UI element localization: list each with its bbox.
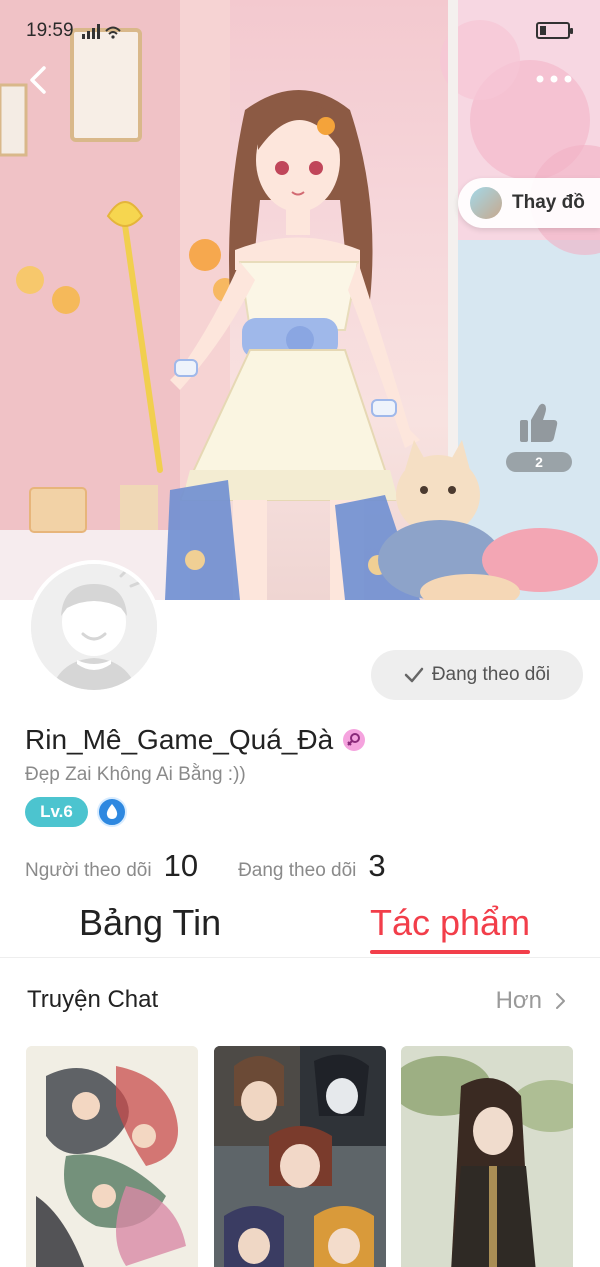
like-count: 2 — [506, 452, 572, 472]
chat-story-card[interactable] — [401, 1046, 573, 1267]
cover-illustration — [0, 0, 600, 600]
active-tab-indicator — [370, 950, 530, 954]
following-label[interactable]: Đang theo dõi — [238, 860, 356, 882]
more-link[interactable]: Hơn — [496, 987, 570, 1015]
followers-count[interactable]: 10 — [164, 848, 198, 884]
story-cover-image — [214, 1046, 386, 1267]
thumbs-up-icon — [520, 403, 558, 442]
chevron-left-icon — [30, 66, 46, 94]
outfit-thumbnail-icon — [470, 187, 502, 219]
status-bar: 19:59 — [0, 0, 600, 60]
username: Rin_Mê_Game_Quá_Đà — [25, 724, 334, 755]
chevron-right-icon — [556, 993, 565, 1009]
back-button[interactable] — [22, 62, 54, 98]
female-gender-icon — [343, 729, 366, 751]
story-cover-image — [401, 1046, 573, 1267]
bio-text: Đẹp Zai Không Ai Bằng :)) — [25, 764, 246, 785]
following-button-label: Đang theo dõi — [431, 664, 551, 685]
following-count[interactable]: 3 — [368, 848, 385, 884]
level-badge[interactable]: Lv.6 — [25, 797, 88, 827]
checkmark-icon — [404, 667, 424, 683]
battery-icon — [536, 22, 573, 39]
more-link-label: Hơn — [495, 987, 542, 1014]
story-cover-image — [26, 1046, 198, 1267]
change-outfit-label: Thay đồ — [512, 192, 585, 213]
status-time: 19:59 — [26, 20, 74, 41]
more-dots-icon — [536, 75, 572, 83]
followers-label[interactable]: Người theo dõi — [25, 860, 152, 882]
tab-works[interactable]: Tác phẩm — [370, 902, 530, 954]
following-button[interactable]: Đang theo dõi — [371, 650, 583, 700]
more-options-button[interactable] — [534, 70, 574, 88]
chat-story-card[interactable] — [26, 1046, 198, 1267]
change-outfit-button[interactable]: Thay đồ — [458, 178, 600, 228]
section-title: Truyện Chat — [27, 986, 159, 1013]
chat-story-card[interactable] — [214, 1046, 386, 1267]
tab-news-feed[interactable]: Bảng Tin — [79, 902, 221, 954]
signal-icon — [82, 24, 121, 39]
avatar[interactable] — [27, 560, 161, 694]
username-row: Rin_Mê_Game_Quá_Đà — [25, 724, 366, 756]
drop-badge-icon[interactable] — [97, 797, 127, 827]
profile-cover: 19:59 Thay đồ 2 — [0, 0, 600, 600]
like-button[interactable]: 2 — [506, 400, 572, 472]
divider — [0, 957, 600, 958]
default-avatar-icon — [31, 564, 157, 690]
follow-stats: Người theo dõi 10 Đang theo dõi 3 — [25, 848, 386, 884]
